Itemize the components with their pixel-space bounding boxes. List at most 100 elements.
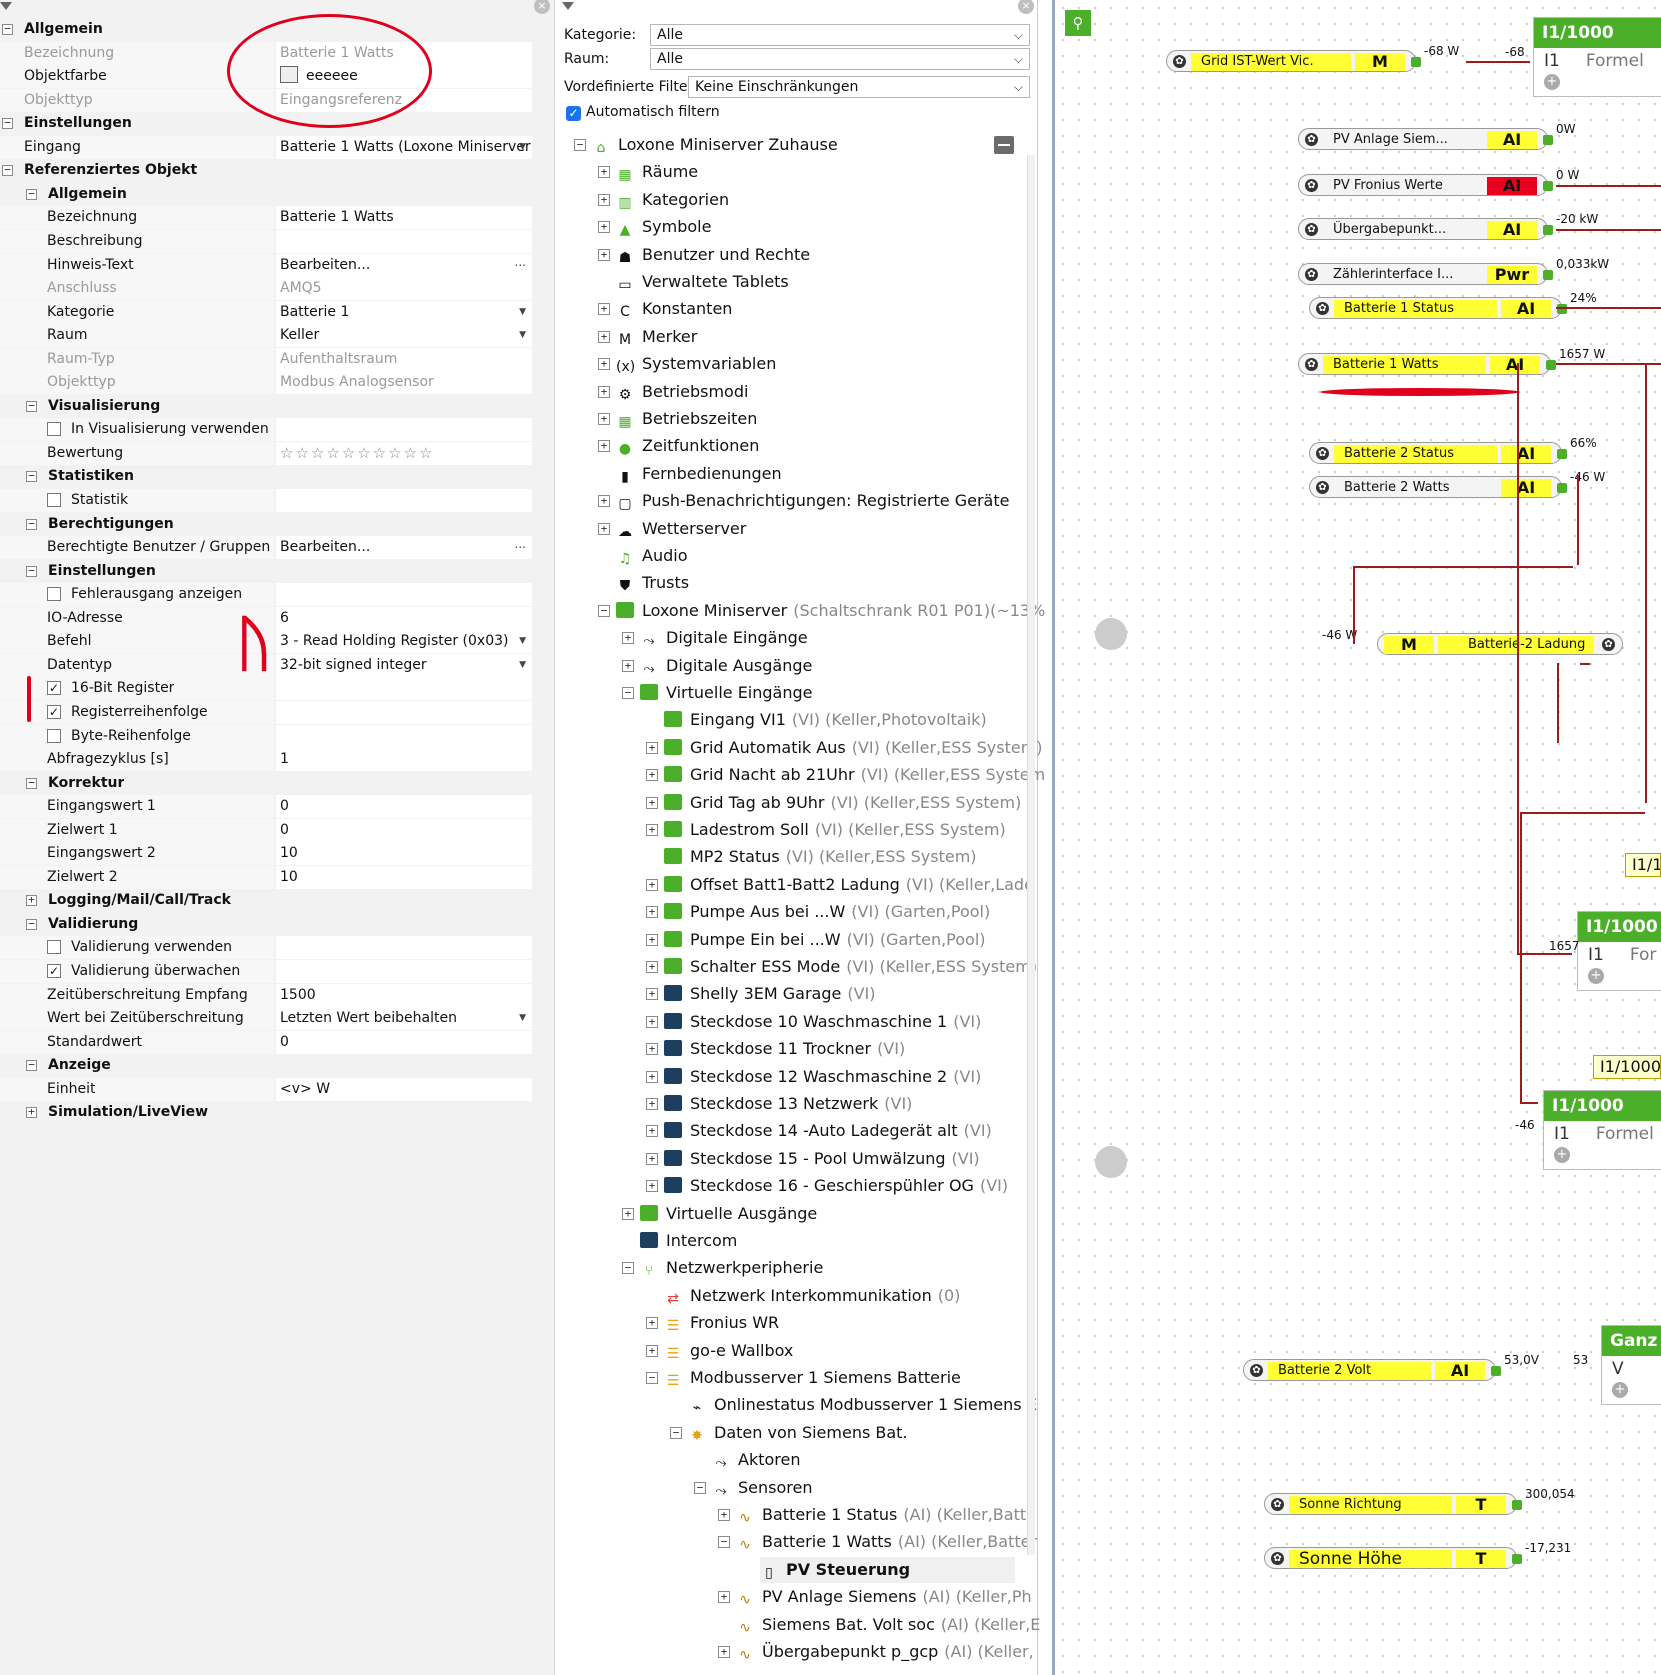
output-port[interactable] — [1543, 181, 1553, 191]
ellipsis-button[interactable]: ... — [515, 536, 526, 556]
tree-node[interactable]: Grid Nacht ab 21Uhr (VI) (Keller,ESS Syst… — [664, 762, 1045, 788]
expand-icon[interactable]: + — [646, 1317, 658, 1330]
property-row[interactable]: Abfragezyklus [s] 1 — [0, 748, 532, 772]
gear-icon[interactable]: ✿ — [1271, 1552, 1284, 1565]
tree-node[interactable]: C Konstanten — [616, 296, 732, 322]
expand-icon[interactable]: + — [598, 522, 610, 535]
dropdown-arrow-icon[interactable]: ▼ — [519, 136, 526, 159]
gear-icon[interactable]: ✿ — [1305, 358, 1318, 371]
property-row[interactable]: Eingangswert 1 0 — [0, 795, 532, 819]
property-row[interactable]: Bezeichnung Batterie 1 Watts — [0, 206, 532, 230]
collapse-icon[interactable]: − — [646, 1372, 658, 1384]
connection-wire[interactable] — [1517, 363, 1519, 953]
property-value[interactable]: 0 — [276, 818, 532, 842]
property-row[interactable]: Raum-Typ Aufenthaltsraum — [0, 347, 532, 372]
property-row[interactable]: Zielwert 2 10 — [0, 865, 532, 890]
input-block-zaehler[interactable]: ✿ Zählerinterface I... Pwr — [1298, 263, 1553, 285]
gear-icon[interactable]: ✿ — [1316, 302, 1329, 315]
tree-node[interactable]: ⌂ Loxone Miniserver Zuhause — [592, 132, 838, 158]
property-value[interactable]: Aufenthaltsraum — [276, 347, 532, 371]
collapse-icon[interactable]: − — [622, 1262, 634, 1275]
add-input-icon[interactable]: + — [1588, 968, 1604, 984]
collapse-icon[interactable]: − — [26, 188, 37, 200]
expand-icon[interactable]: + — [646, 933, 658, 946]
formula-block[interactable]: I1/1000 I1 Formel + — [1543, 1090, 1661, 1170]
property-value[interactable]: 1 — [276, 748, 532, 772]
expand-icon[interactable]: + — [26, 894, 37, 907]
tree-node[interactable]: Steckdose 11 Trockner (VI) — [664, 1036, 905, 1062]
property-value[interactable] — [276, 724, 532, 748]
expand-icon[interactable]: + — [646, 1070, 658, 1083]
gear-icon[interactable]: ✿ — [1173, 55, 1186, 68]
collapse-icon[interactable]: − — [26, 518, 37, 530]
property-value[interactable] — [276, 700, 532, 724]
expand-icon[interactable]: + — [646, 1180, 658, 1193]
tree-node[interactable]: ∿ Siemens Bat. Volt soc (AI) (Keller,E — [736, 1612, 1040, 1638]
output-port[interactable] — [1543, 270, 1553, 280]
checkbox[interactable]: ✓ — [47, 681, 61, 696]
formula-block[interactable]: Ganz V + — [1601, 1325, 1661, 1405]
expand-icon[interactable]: + — [622, 1207, 634, 1220]
tree-node[interactable]: ⚙ Betriebsmodi — [616, 379, 749, 405]
output-port[interactable] — [1543, 135, 1553, 145]
property-row[interactable]: ✓ Validierung überwachen — [0, 960, 532, 984]
expand-icon[interactable]: + — [598, 166, 610, 179]
expand-icon[interactable]: + — [646, 1344, 658, 1357]
program-canvas[interactable]: ⚲ — [1052, 0, 1661, 1675]
tree-node[interactable]: Intercom — [640, 1228, 737, 1254]
tree-node[interactable]: Shelly 3EM Garage (VI) — [664, 981, 876, 1007]
expand-icon[interactable]: + — [646, 906, 658, 919]
property-value[interactable]: AMQ5 — [276, 277, 532, 301]
property-value[interactable]: 3 - Read Holding Register (0x03) ▼ — [276, 630, 532, 654]
connection-wire[interactable] — [1556, 229, 1661, 231]
property-section[interactable]: − Einstellungen — [0, 559, 532, 584]
tree-node[interactable]: Steckdose 15 - Pool Umwälzung (VI) — [664, 1146, 980, 1172]
property-value[interactable]: 10 — [276, 865, 532, 889]
connection-wire[interactable] — [1520, 812, 1645, 814]
property-row[interactable]: Beschreibung — [0, 229, 532, 254]
property-row[interactable]: Zeitüberschreitung Empfang 1500 — [0, 983, 532, 1008]
tree-node[interactable]: ☰ Modbusserver 1 Siemens Batterie — [664, 1365, 961, 1391]
pin-icon[interactable]: ⚲ — [1065, 10, 1091, 36]
tree-node[interactable]: Virtuelle Ausgänge — [640, 1201, 817, 1227]
tree-node[interactable]: Ladestrom Soll (VI) (Keller,ESS System) — [664, 817, 1006, 843]
connection-wire[interactable] — [1466, 61, 1530, 63]
property-row[interactable]: Einheit <v> W — [0, 1077, 532, 1102]
tree-node[interactable]: Steckdose 16 - Geschierspühler OG (VI) — [664, 1173, 1008, 1199]
property-row[interactable]: Byte-Reihenfolge — [0, 724, 532, 749]
property-row[interactable]: In Visualisierung verwenden — [0, 418, 532, 442]
expand-icon[interactable]: + — [646, 824, 658, 836]
property-value[interactable]: Batterie 1 ▼ — [276, 300, 532, 324]
tree-node[interactable]: ⑂ Netzwerkperipherie — [640, 1255, 824, 1281]
tree-node[interactable]: ▢ Push-Benachrichtigungen: Registrierte G… — [616, 488, 1009, 514]
tree-node[interactable]: ✸ Daten von Siemens Bat. — [688, 1420, 907, 1446]
expand-icon[interactable]: + — [718, 1646, 730, 1658]
tree-node[interactable]: ⛊ Trusts — [616, 570, 689, 596]
tree-node[interactable]: ▯ PV Steuerung — [760, 1556, 1015, 1583]
tree-node[interactable]: Pumpe Aus bei ...W (VI) (Garten,Pool) — [664, 899, 990, 925]
input-block-pv-fron[interactable]: ✿ PV Fronius Werte AI — [1298, 174, 1553, 196]
dropdown-arrow-icon[interactable]: ▼ — [519, 324, 526, 347]
property-row[interactable]: Fehlerausgang anzeigen — [0, 583, 532, 607]
property-value[interactable]: Batterie 1 Watts (Loxone Miniserver ▼ — [276, 135, 532, 159]
collapse-icon[interactable]: − — [26, 918, 37, 930]
collapse-icon[interactable]: − — [26, 400, 37, 412]
gear-icon[interactable]: ✿ — [1271, 1498, 1284, 1511]
expand-icon[interactable]: + — [646, 769, 658, 782]
connection-wire[interactable] — [1353, 566, 1573, 568]
close-icon[interactable]: × — [534, 0, 550, 14]
tree-node[interactable]: ∿ PV Anlage Siemens (AI) (Keller,Ph — [736, 1584, 1032, 1610]
expand-icon[interactable]: + — [598, 248, 610, 261]
formula-reference-label[interactable]: I1/10 — [1625, 853, 1661, 877]
category-filter-select[interactable]: Alle ⌵ — [650, 24, 1030, 46]
property-value[interactable]: 0 — [276, 1030, 532, 1054]
tree-node[interactable]: Steckdose 12 Waschmaschine 2 (VI) — [664, 1064, 981, 1090]
expand-icon[interactable]: + — [598, 385, 610, 398]
property-section[interactable]: − Anzeige — [0, 1054, 532, 1078]
collapse-icon[interactable]: − — [574, 139, 586, 151]
property-section[interactable]: − Statistiken — [0, 465, 532, 489]
collapse-icon[interactable]: − — [2, 117, 13, 130]
property-value[interactable]: 1500 — [276, 983, 532, 1007]
input-block-bat1watts[interactable]: ✿ Batterie 1 Watts AI — [1298, 353, 1556, 375]
expand-icon[interactable]: + — [598, 193, 610, 206]
